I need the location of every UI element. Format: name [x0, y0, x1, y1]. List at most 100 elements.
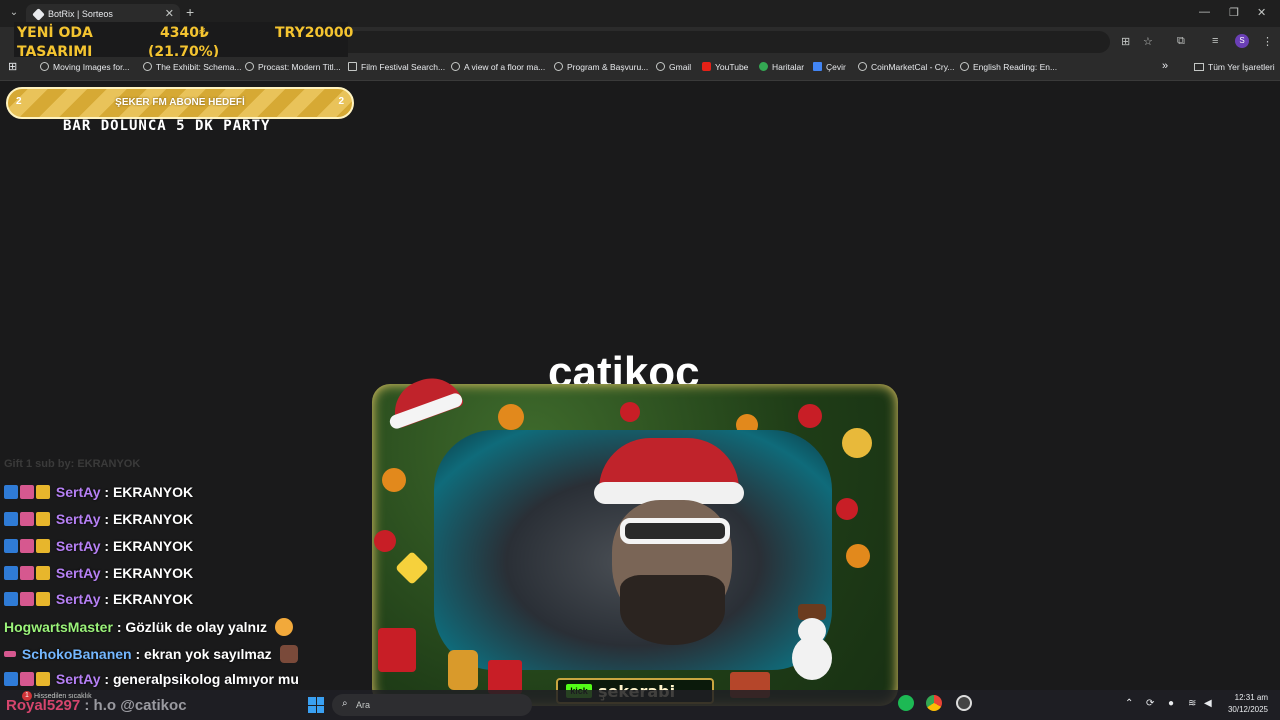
- chat-username[interactable]: SertAy: [56, 484, 101, 500]
- crown-badge-icon: [36, 672, 50, 686]
- bookmark-item[interactable]: YouTube: [702, 62, 748, 72]
- new-tab-button[interactable]: +: [186, 4, 194, 20]
- chat-message: SertAy : EKRANYOK: [4, 591, 193, 607]
- chat-message: SertAy : EKRANYOK: [4, 565, 193, 581]
- windows-taskbar: Ara ⌕ ⌃ ⟳ ● ≋ ◀ 12:31 am 30/12/2025: [0, 690, 1280, 720]
- chat-message: SertAy : generalpsikolog almıyor mu: [4, 671, 299, 687]
- chat-text: : Gözlük de olay yalnız: [116, 619, 267, 635]
- moderator-badge-icon: [4, 566, 18, 580]
- bookmark-item[interactable]: Çevir: [813, 62, 846, 72]
- chat-message: SchokoBananen : ekran yok sayılmaz: [4, 645, 298, 663]
- globe-icon: [656, 62, 665, 71]
- ornament-icon: [374, 530, 396, 552]
- gift-box-icon: [488, 660, 522, 694]
- reading-list-icon[interactable]: ≡: [1212, 35, 1218, 47]
- microphone-icon[interactable]: ●: [1168, 698, 1174, 709]
- donation-target: TRY20000: [275, 25, 354, 41]
- goal-target: 2: [338, 96, 344, 107]
- tab-title: BotRix | Sorteos: [48, 9, 113, 19]
- chat-username[interactable]: SertAy: [56, 565, 101, 581]
- chat-username[interactable]: SertAy: [56, 671, 101, 687]
- goal-label: ŞEKER FM ABONE HEDEFİ: [115, 97, 245, 108]
- crown-badge-icon: [36, 592, 50, 606]
- sync-icon[interactable]: ⟳: [1146, 698, 1154, 709]
- taskbar-clock[interactable]: 12:31 am 30/12/2025: [1222, 692, 1268, 716]
- chat-username[interactable]: SchokoBananen: [22, 646, 132, 662]
- menu-kebab-icon[interactable]: ⋮: [1262, 35, 1273, 48]
- tab-search-chevron-icon[interactable]: ⌄: [4, 4, 24, 22]
- moderator-badge-icon: [4, 512, 18, 526]
- white-sunglasses: [620, 518, 730, 544]
- minimize-icon[interactable]: —: [1199, 6, 1210, 18]
- bookmark-item[interactable]: The Exhibit: Schema...: [143, 62, 242, 72]
- bookmark-item[interactable]: English Reading: En...: [960, 62, 1057, 72]
- bookmark-item[interactable]: Gmail: [656, 62, 691, 72]
- ornament-icon: [798, 404, 822, 428]
- obs-icon[interactable]: [956, 695, 972, 711]
- bookmark-star-icon[interactable]: ☆: [1143, 35, 1153, 48]
- moderator-badge-icon: [4, 672, 18, 686]
- streamer-beard: [620, 575, 725, 645]
- tray-chevron-up-icon[interactable]: ⌃: [1125, 698, 1133, 709]
- globe-icon: [960, 62, 969, 71]
- globe-icon: [40, 62, 49, 71]
- taskbar-search-input[interactable]: Ara: [332, 694, 532, 716]
- bookmark-item[interactable]: CoinMarketCal - Cry...: [858, 62, 954, 72]
- maps-pin-icon: [759, 62, 768, 71]
- sub-badge-icon: [20, 672, 34, 686]
- close-tab-icon[interactable]: ✕: [165, 7, 174, 20]
- ornament-icon: [382, 468, 406, 492]
- chat-username[interactable]: SertAy: [56, 538, 101, 554]
- clock-time: 12:31 am: [1234, 693, 1268, 702]
- ornament-icon: [846, 544, 870, 568]
- gift-box-icon: [378, 628, 416, 672]
- translate-icon[interactable]: ⊞: [1121, 35, 1130, 48]
- crown-badge-icon: [36, 485, 50, 499]
- chat-text: : EKRANYOK: [104, 565, 194, 581]
- moderator-badge-icon: [4, 539, 18, 553]
- chat-text: : ekran yok sayılmaz: [135, 646, 272, 662]
- search-icon: ⌕: [342, 698, 348, 709]
- project-line-1: YENİ ODA: [17, 25, 93, 41]
- windows-start-icon[interactable]: [308, 697, 324, 713]
- bookmarks-bar: ⊞ Moving Images for... The Exhibit: Sche…: [0, 57, 1280, 81]
- all-bookmarks-folder[interactable]: Tüm Yer İşaretleri: [1194, 62, 1275, 72]
- botrix-favicon-icon: [32, 8, 45, 21]
- chat-username[interactable]: SertAy: [56, 511, 101, 527]
- bookmark-item[interactable]: Moving Images for...: [40, 62, 130, 72]
- bookmark-item[interactable]: Procast: Modern Titl...: [245, 62, 341, 72]
- apps-grid-icon[interactable]: ⊞: [8, 60, 17, 73]
- chrome-icon[interactable]: [926, 695, 942, 711]
- globe-icon: [451, 62, 460, 71]
- chat-username[interactable]: SertAy: [56, 591, 101, 607]
- globe-icon: [143, 62, 152, 71]
- ornament-icon: [498, 404, 524, 430]
- sub-badge-icon: [4, 651, 16, 657]
- wifi-icon[interactable]: ≋: [1188, 698, 1196, 709]
- close-window-icon[interactable]: ✕: [1257, 6, 1266, 19]
- bookmark-item[interactable]: Film Festival Search...: [348, 62, 445, 72]
- volume-icon[interactable]: ◀: [1204, 698, 1212, 709]
- chat-username[interactable]: HogwartsMaster: [4, 619, 113, 635]
- bookmark-item[interactable]: Haritalar: [759, 62, 804, 72]
- profile-avatar[interactable]: S: [1235, 34, 1249, 48]
- laughing-emoji-icon: [274, 618, 293, 636]
- spotify-icon[interactable]: [898, 695, 914, 711]
- extensions-icon[interactable]: ⧉: [1177, 35, 1185, 48]
- bell-icon: [842, 428, 872, 458]
- document-icon: [348, 62, 357, 71]
- restore-icon[interactable]: ❐: [1229, 6, 1239, 19]
- ornament-icon: [836, 498, 858, 520]
- sub-badge-icon: [20, 539, 34, 553]
- crown-badge-icon: [36, 566, 50, 580]
- chat-message: SertAy : EKRANYOK: [4, 484, 193, 500]
- chat-text: : h.o @catikoc: [84, 697, 187, 714]
- bookmark-item[interactable]: A view of a floor ma...: [451, 62, 545, 72]
- bookmark-item[interactable]: Program & Başvuru...: [554, 62, 648, 72]
- donation-amount: 4340₺: [160, 25, 209, 41]
- more-bookmarks-chevron-icon[interactable]: »: [1162, 60, 1168, 72]
- ornament-icon: [620, 402, 640, 422]
- globe-icon: [858, 62, 867, 71]
- chat-text: : EKRANYOK: [104, 538, 194, 554]
- chat-username[interactable]: Royal5297: [6, 697, 80, 714]
